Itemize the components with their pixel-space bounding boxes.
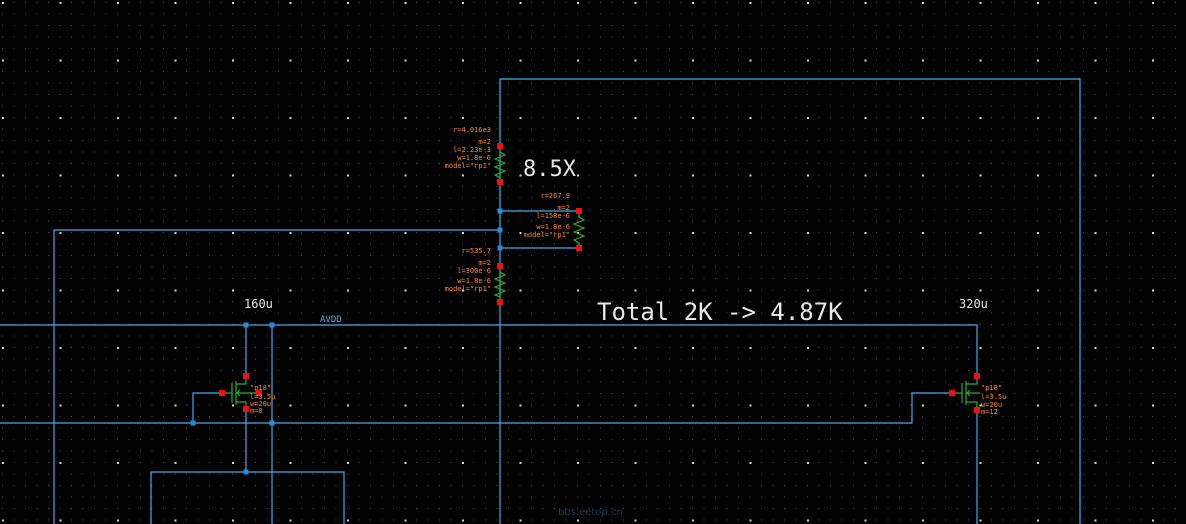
pin[interactable] — [497, 179, 503, 185]
r-mid-model: model="rp1" — [524, 231, 570, 239]
r-bot-w: w=1.8e-6 — [457, 277, 491, 285]
junction[interactable] — [243, 322, 249, 328]
pin[interactable] — [576, 245, 582, 251]
r-mid-value: r=267.9 — [540, 192, 570, 200]
schematic-canvas[interactable]: r=4.016e3 m=2 l=2.23e-3 w=1.8e-6 model="… — [0, 0, 1186, 524]
wire-avdd[interactable] — [0, 324, 978, 373]
junction[interactable] — [269, 322, 275, 328]
r-bot-model: model="rp1" — [445, 285, 491, 293]
r-mid-w: w=1.8e-6 — [536, 223, 570, 231]
pin[interactable] — [497, 143, 503, 149]
pin[interactable] — [974, 407, 980, 413]
wire-left-tap[interactable] — [53, 229, 500, 524]
r-top-model: model="rp1" — [445, 162, 491, 170]
grid-dots — [2, 2, 1176, 522]
resistor-r-mid[interactable]: r=267.9 m=2 l=158e-6 w=1.8e-6 model="rp1… — [524, 192, 586, 251]
pin[interactable] — [974, 373, 980, 379]
total-annotation[interactable]: Total 2K -> 4.87K — [597, 298, 843, 326]
junction[interactable] — [269, 420, 275, 426]
junction[interactable] — [190, 420, 196, 426]
watermark-text: bbs.eetop.cn — [558, 507, 623, 518]
r-mid-m: m=2 — [557, 204, 570, 212]
pmos-m-left[interactable]: "p18" l=3.5u w=20u m=8 — [219, 373, 275, 415]
wire-ml-load[interactable] — [150, 471, 345, 524]
junctions — [190, 208, 503, 475]
r-top-m: m=2 — [478, 138, 491, 146]
m-left-m: m=8 — [250, 407, 263, 415]
junction[interactable] — [497, 227, 503, 233]
junction[interactable] — [497, 208, 503, 214]
pin[interactable] — [243, 406, 249, 412]
left-width-annotation[interactable]: 160u — [244, 297, 273, 311]
r-bot-m: m=2 — [478, 259, 491, 267]
net-label-avdd[interactable]: AVDD — [320, 315, 342, 325]
r-bot-l: l=300e-6 — [457, 267, 491, 275]
pin[interactable] — [219, 390, 225, 396]
pmos-m-right[interactable]: "p18" l=3.5u w=20u m=12 — [949, 373, 1006, 416]
m-left-model: "p18" — [250, 384, 271, 392]
wires — [0, 78, 1081, 524]
ratio-annotation[interactable]: 8.5X — [523, 157, 577, 182]
m-right-l: l=3.5u — [981, 393, 1006, 401]
pin[interactable] — [576, 208, 582, 214]
pin[interactable] — [497, 299, 503, 305]
m-right-model: "p18" — [981, 384, 1002, 392]
pin[interactable] — [949, 390, 955, 396]
pin[interactable] — [243, 373, 249, 379]
r-bot-value: r=535.7 — [461, 247, 491, 255]
r-top-l: l=2.23e-3 — [453, 146, 491, 154]
r-top-value: r=4.016e3 — [453, 126, 491, 134]
junction[interactable] — [243, 469, 249, 475]
r-top-w: w=1.8e-6 — [457, 154, 491, 162]
resistor-r-bot[interactable]: r=535.7 m=2 l=300e-6 w=1.8e-6 model="rp1… — [445, 247, 507, 305]
m-right-m: m=12 — [981, 408, 998, 416]
pin[interactable] — [497, 263, 503, 269]
right-width-annotation[interactable]: 320u — [959, 297, 988, 311]
wire-ml-gate[interactable] — [192, 392, 222, 423]
junction[interactable] — [497, 245, 503, 251]
r-mid-l: l=158e-6 — [536, 212, 570, 220]
resistor-r-top[interactable]: r=4.016e3 m=2 l=2.23e-3 w=1.8e-6 model="… — [445, 126, 507, 185]
wire-gate-bus[interactable] — [0, 392, 952, 424]
